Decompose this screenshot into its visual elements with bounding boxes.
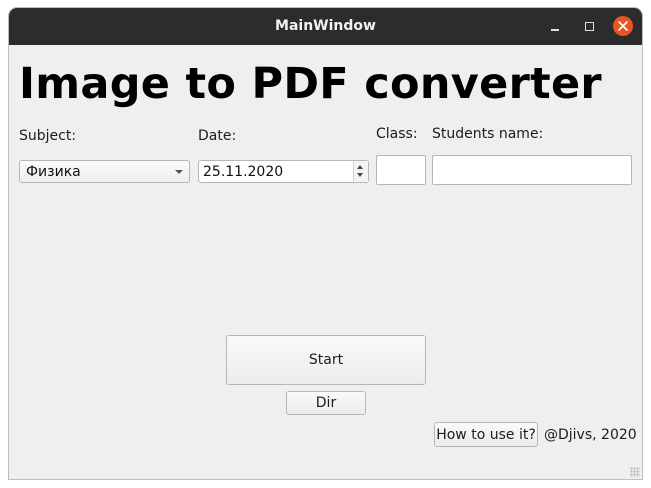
subject-selected-value: Физика [26,164,81,180]
dir-button[interactable]: Dir [286,391,366,415]
minimize-button[interactable] [545,16,565,36]
title-bar[interactable]: MainWindow [9,8,642,45]
subject-combobox[interactable]: Физика [19,160,190,183]
date-value: 25.11.2020 [203,164,284,180]
class-label: Class: [376,126,418,142]
page-title: Image to PDF converter [19,59,602,109]
date-edit[interactable]: 25.11.2020 [198,160,369,183]
start-button[interactable]: Start [226,335,426,385]
close-icon [618,21,628,31]
date-label: Date: [198,128,237,144]
date-spin-buttons[interactable] [353,161,368,182]
minimize-icon [551,29,559,31]
how-to-use-button[interactable]: How to use it? [434,422,538,447]
maximize-button[interactable] [579,16,599,36]
students-name-label: Students name: [432,126,544,142]
spin-down-icon[interactable] [357,173,363,177]
chevron-down-icon [175,170,183,174]
main-window: MainWindow Image to PDF converter Subjec… [9,8,642,479]
maximize-icon [584,21,594,31]
close-button[interactable] [613,16,633,36]
subject-label: Subject: [19,128,77,144]
credit-label: @Djivs, 2020 [544,427,637,443]
resize-grip-icon[interactable] [630,467,640,477]
central-widget: Image to PDF converter Subject: Date: Cl… [9,45,642,479]
spin-up-icon[interactable] [357,165,363,169]
students-name-input[interactable] [432,155,632,185]
class-input[interactable] [376,155,426,185]
